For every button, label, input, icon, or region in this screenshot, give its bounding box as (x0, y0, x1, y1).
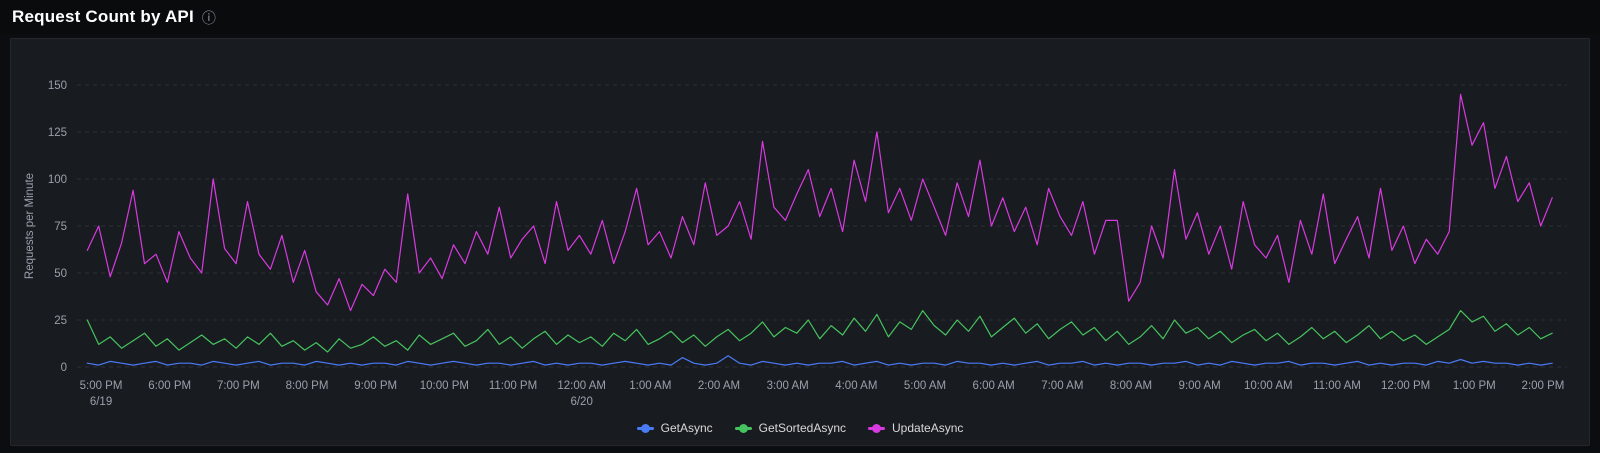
panel-header[interactable]: Request Count by API ⓘ (0, 0, 1600, 34)
y-tick-label: 50 (54, 268, 67, 280)
series-line-GetSortedAsync (86, 310, 1553, 353)
x-tick-label: 11:00 AM (1313, 380, 1361, 392)
legend-label: GetAsync (660, 421, 713, 435)
y-axis-title: Requests per Minute (24, 173, 36, 279)
x-tick-label: 10:00 AM (1244, 380, 1293, 392)
x-tick-label: 9:00 AM (1179, 380, 1221, 392)
series-line-UpdateAsync (86, 93, 1553, 312)
legend-marker-icon (868, 423, 886, 433)
legend-item-UpdateAsync[interactable]: UpdateAsync (868, 421, 963, 435)
x-tick-label: 2:00 AM (698, 380, 740, 392)
x-tick-label: 7:00 AM (1041, 380, 1083, 392)
series-line-GetAsync (86, 355, 1553, 366)
y-tick-label: 25 (54, 315, 67, 327)
legend-item-GetAsync[interactable]: GetAsync (636, 421, 713, 435)
x-tick-label: 12:00 AM (557, 380, 606, 392)
chart-legend: GetAsync GetSortedAsync UpdateAsync (19, 415, 1581, 441)
y-tick-label: 150 (48, 80, 67, 92)
info-icon[interactable]: ⓘ (202, 11, 216, 25)
x-tick-label: 4:00 AM (835, 380, 877, 392)
x-tick-label: 12:00 PM (1381, 380, 1430, 392)
x-tick-label: 3:00 AM (767, 380, 809, 392)
y-tick-label: 125 (48, 127, 67, 139)
x-date-label: 6/19 (90, 396, 112, 408)
chart-panel: 0 25 50 75 100 125 150 5:00 PM 6:00 PM 7:00 PM 8:0… (10, 38, 1590, 446)
legend-item-GetSortedAsync[interactable]: GetSortedAsync (734, 421, 847, 435)
x-tick-label: 1:00 AM (629, 380, 671, 392)
x-tick-label: 11:00 PM (489, 380, 537, 392)
x-tick-label: 5:00 AM (904, 380, 946, 392)
x-tick-label: 8:00 AM (1110, 380, 1152, 392)
y-tick-label: 75 (54, 221, 67, 233)
x-tick-label: 10:00 PM (420, 380, 469, 392)
x-tick-label: 7:00 PM (217, 380, 260, 392)
x-tick-label: 1:00 PM (1453, 380, 1496, 392)
x-tick-label: 6:00 PM (148, 380, 191, 392)
legend-marker-icon (636, 423, 654, 433)
chart-canvas[interactable]: 0 25 50 75 100 125 150 5:00 PM 6:00 PM 7:00 PM 8:0… (19, 45, 1581, 415)
x-tick-label: 2:00 PM (1522, 380, 1565, 392)
legend-marker-icon (734, 423, 752, 433)
legend-label: UpdateAsync (892, 421, 964, 435)
y-tick-label: 0 (61, 362, 67, 374)
x-tick-label: 6:00 AM (973, 380, 1015, 392)
panel-title: Request Count by API (12, 7, 194, 26)
x-tick-label: 8:00 PM (286, 380, 329, 392)
x-date-label: 6/20 (570, 396, 592, 408)
legend-label: GetSortedAsync (758, 421, 847, 435)
y-tick-label: 100 (48, 174, 67, 186)
x-tick-label: 5:00 PM (80, 380, 123, 392)
x-tick-label: 9:00 PM (354, 380, 397, 392)
